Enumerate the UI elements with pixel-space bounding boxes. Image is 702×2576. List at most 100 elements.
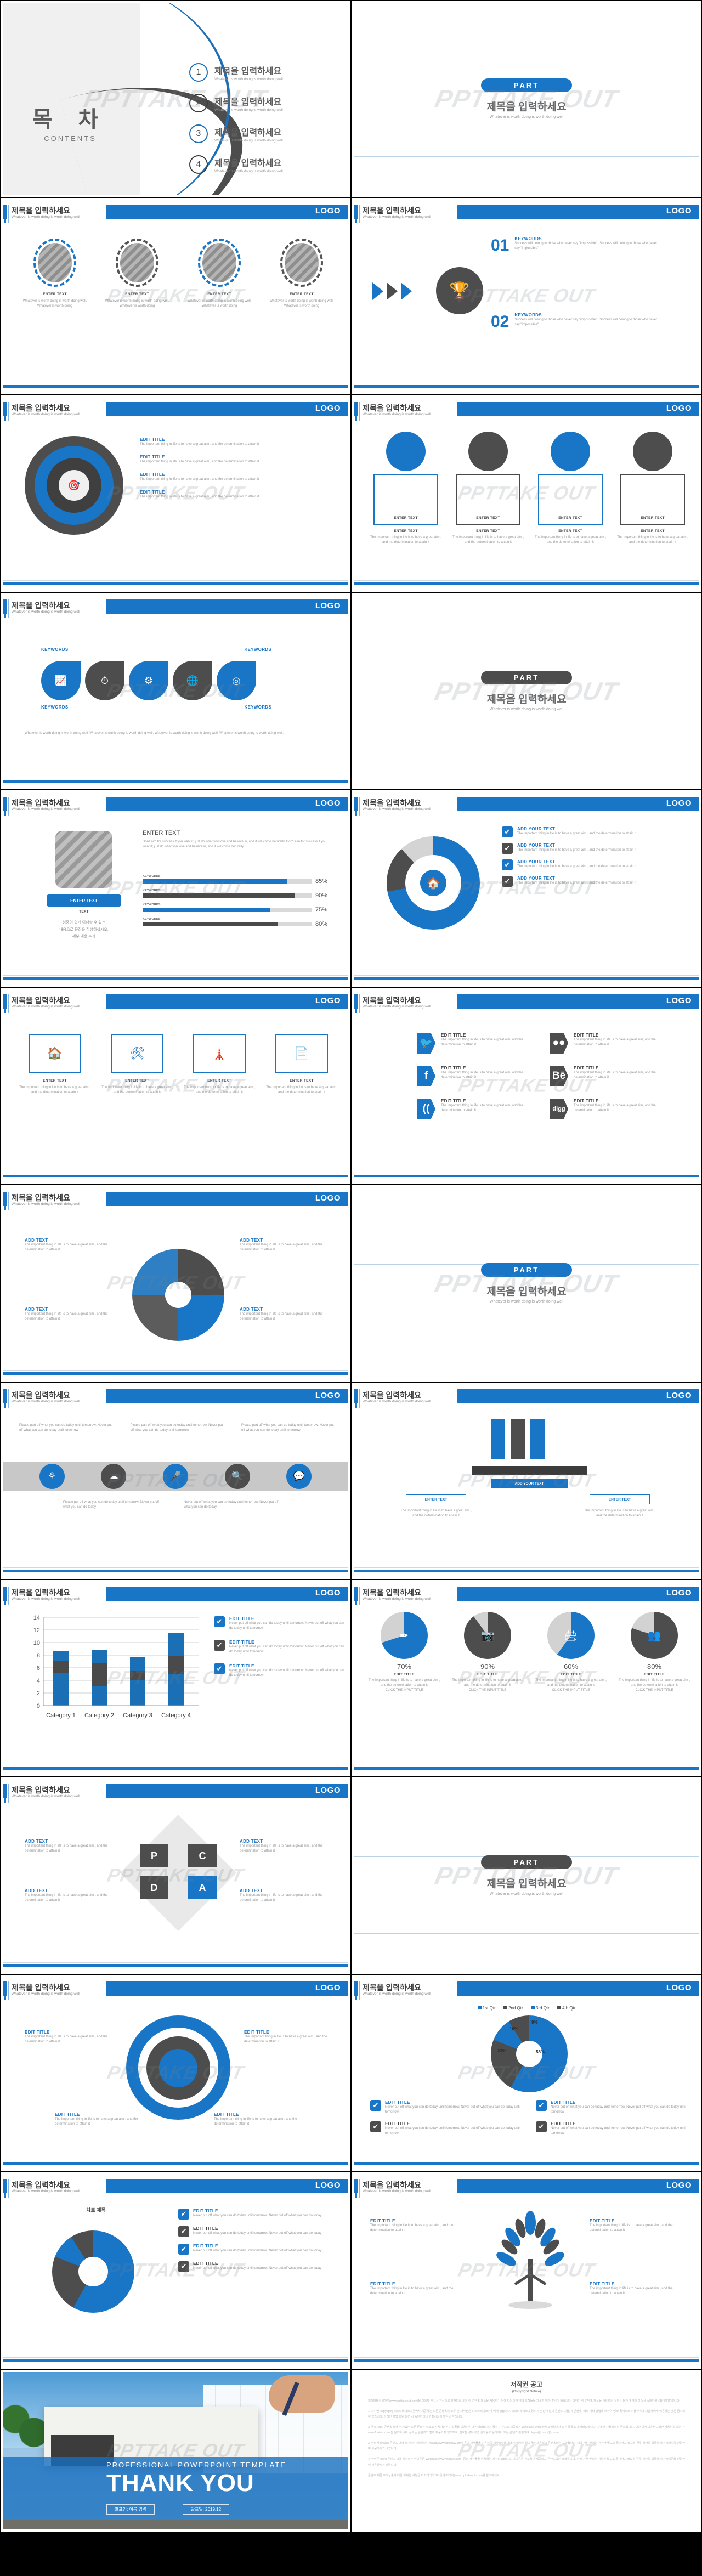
list-item[interactable]: ADD TEXT The important thing in life is … (25, 1839, 115, 1854)
list-item[interactable]: ADD TEXT The important thing in life is … (240, 1238, 333, 1253)
list-item[interactable]: ✔ EDIT TITLE Never put off what you can … (536, 2121, 688, 2136)
slide-radial-target[interactable]: 제목을 입력하세요 Whatever is worth doing is wor… (0, 395, 351, 592)
share-icon[interactable]: ⚘ (39, 1464, 65, 1489)
list-item[interactable]: ADD TEXT The important thing in life is … (25, 1307, 118, 1322)
list-item[interactable]: 4 제목을 입력하세요 Whatever is worth doing is w… (189, 155, 343, 174)
list-item[interactable]: 1 제목을 입력하세요 Whatever is worth doing is w… (189, 63, 343, 82)
list-item[interactable]: ✔ ADD YOUR TEXT The important thing in l… (502, 826, 688, 837)
slide-donut-quarters[interactable]: 제목을 입력하세요 Whatever is worth doing is wor… (351, 1974, 702, 2172)
list-item[interactable]: ENTER TEXT ENTER TEXT The important thin… (617, 432, 688, 545)
list-item[interactable]: ENTER TEXT ENTER TEXT The important thin… (452, 432, 524, 545)
list-item[interactable]: ENTER TEXT Whatever is worth doing is wo… (266, 239, 337, 309)
slide-bar-chart[interactable]: 제목을 입력하세요 Whatever is worth doing is wor… (0, 1579, 351, 1777)
list-item[interactable]: ●● EDIT TITLE The important thing in lif… (550, 1033, 676, 1054)
list-item[interactable]: ENTER TEXT Whatever is worth doing is wo… (19, 239, 90, 309)
slide-three-bars-arrow[interactable]: 제목을 입력하세요 Whatever is worth doing is wor… (351, 1382, 702, 1579)
list-item[interactable]: EDIT TITLE The important thing in life i… (370, 2281, 466, 2296)
behance-icon[interactable]: Bē (550, 1066, 568, 1086)
list-item[interactable]: ENTER TEXT ENTER TEXT The important thin… (535, 432, 606, 545)
left-label[interactable]: ENTER TEXT (406, 1494, 466, 1504)
enter-text-button[interactable]: ENTER TEXT (47, 894, 121, 907)
slide-team-profiles[interactable]: 제목을 입력하세요 Whatever is worth doing is wor… (0, 197, 351, 395)
list-item[interactable]: (( EDIT TITLE The important thing in lif… (417, 1099, 543, 1119)
slide-donut-checklist[interactable]: 제목을 입력하세요 Whatever is worth doing is wor… (0, 2172, 351, 2369)
list-item[interactable]: ✔ ADD YOUR TEXT The important thing in l… (502, 859, 688, 870)
slide-four-circles[interactable]: 제목을 입력하세요 Whatever is worth doing is wor… (351, 395, 702, 592)
slide-arrow-keywords[interactable]: 제목을 입력하세요 Whatever is worth doing is wor… (351, 197, 702, 395)
list-item[interactable]: EDIT TITLE The important thing in life i… (140, 437, 332, 447)
flickr-icon[interactable]: ●● (550, 1033, 568, 1054)
list-item[interactable]: ADD TEXT The important thing in life is … (25, 1888, 115, 1903)
list-item[interactable]: ✔ ADD YOUR TEXT The important thing in l… (502, 843, 688, 854)
list-item[interactable]: 🛠 ENTER TEXT The important thing in life… (101, 1034, 173, 1095)
list-item[interactable]: 🗼 ENTER TEXT The important thing in life… (184, 1034, 255, 1095)
slide-profile-skills[interactable]: 제목을 입력하세요 Whatever is worth doing is wor… (0, 790, 351, 987)
list-item[interactable]: ENTER TEXT Whatever is worth doing is wo… (184, 239, 255, 309)
digg-icon[interactable]: digg (550, 1099, 568, 1119)
slide-circular-arrows[interactable]: 제목을 입력하세요 Whatever is worth doing is wor… (0, 1974, 351, 2172)
list-item[interactable]: 2 제목을 입력하세요 Whatever is worth doing is w… (189, 94, 343, 112)
list-item[interactable]: 🏠 ENTER TEXT The important thing in life… (19, 1034, 90, 1095)
list-item[interactable]: EDIT TITLE The important thing in life i… (590, 2218, 686, 2233)
facebook-icon[interactable]: f (417, 1066, 435, 1086)
list-item[interactable]: 🐦 EDIT TITLE The important thing in life… (417, 1033, 543, 1054)
rss-icon[interactable]: (( (417, 1099, 435, 1119)
cloud-icon[interactable]: ☁ (101, 1464, 127, 1489)
slide-contents[interactable]: 목 차 CONTENTS 1 제목을 입력하세요 Whatever is wor… (0, 0, 351, 197)
list-item[interactable]: EDIT TITLE The important thing in life i… (370, 2218, 466, 2233)
list-item[interactable]: ADD TEXT The important thing in life is … (240, 1888, 330, 1903)
list-item[interactable]: 01 KEYWORDS Success will belong to those… (491, 236, 663, 255)
list-item[interactable]: ADD TEXT The important thing in life is … (25, 1238, 118, 1253)
list-item[interactable]: ENTER TEXT ENTER TEXT The important thin… (370, 432, 441, 545)
slide-three-panel-icons[interactable]: 제목을 입력하세요 Whatever is worth doing is wor… (0, 1382, 351, 1579)
letter-p[interactable]: P (140, 1844, 168, 1867)
slide-part-4[interactable]: PART 제목을 입력하세요 Whatever is worth doing i… (351, 1777, 702, 1974)
list-item[interactable]: EDIT TITLE The important thing in life i… (140, 455, 332, 465)
list-item[interactable]: EDIT TITLE The important thing in life i… (140, 490, 332, 500)
slide-thank-you[interactable]: PROFESSIONAL POWERPOINT TEMPLATE THANK Y… (0, 2369, 351, 2532)
list-item[interactable]: EDIT TITLE The important thing in life i… (244, 2030, 332, 2045)
list-item[interactable]: 02 KEYWORDS Success will belong to those… (491, 313, 663, 331)
list-item[interactable]: ✔ ADD YOUR TEXT The important thing in l… (502, 876, 688, 887)
list-item[interactable]: ADD TEXT The important thing in life is … (240, 1839, 330, 1854)
twitter-icon[interactable]: 🐦 (417, 1033, 435, 1054)
list-item[interactable]: ✔ EDIT TITLE Never put off what you can … (370, 2121, 523, 2136)
letter-d[interactable]: D (140, 1876, 168, 1899)
list-item[interactable]: EDIT TITLE The important thing in life i… (214, 2112, 302, 2127)
slide-social-icons[interactable]: 제목을 입력하세요 Whatever is worth doing is wor… (351, 987, 702, 1185)
list-item[interactable]: 3 제목을 입력하세요 Whatever is worth doing is w… (189, 124, 343, 143)
search-icon[interactable]: 🔍 (224, 1464, 250, 1489)
list-item[interactable]: EDIT TITLE The important thing in life i… (140, 472, 332, 482)
slide-part-1[interactable]: PART 제목을 입력하세요 Whatever is worth doing i… (351, 0, 702, 197)
list-item[interactable]: ✔ EDIT TITLE Never put off what you can … (370, 2100, 523, 2115)
slide-donut-house[interactable]: 제목을 입력하세요 Whatever is worth doing is wor… (351, 790, 702, 987)
list-item[interactable]: ✔ EDIT TITLE Never put off what you can … (214, 1616, 346, 1631)
list-item[interactable]: f EDIT TITLE The important thing in life… (417, 1066, 543, 1086)
list-item[interactable]: 👥 80% EDIT TITLE The important thing in … (616, 1612, 693, 1693)
letter-c[interactable]: C (188, 1844, 217, 1867)
slide-four-pies[interactable]: 제목을 입력하세요 Whatever is worth doing is wor… (351, 1579, 702, 1777)
right-label[interactable]: ENTER TEXT (590, 1494, 650, 1504)
list-item[interactable]: Bē EDIT TITLE The important thing in lif… (550, 1066, 676, 1086)
slide-leaf-keywords[interactable]: 제목을 입력하세요 Whatever is worth doing is wor… (0, 592, 351, 790)
list-item[interactable]: ✔ EDIT TITLE Never put off what you can … (178, 2209, 337, 2220)
slide-copyright[interactable]: 저작권 공고 (Copyright Notice) 피피티테이크아웃(www.p… (351, 2369, 702, 2532)
slide-four-outline-boxes[interactable]: 제목을 입력하세요 Whatever is worth doing is wor… (0, 987, 351, 1185)
slide-part-2[interactable]: PART 제목을 입력하세요 Whatever is worth doing i… (351, 592, 702, 790)
slide-part-3[interactable]: PART 제목을 입력하세요 Whatever is worth doing i… (351, 1185, 702, 1382)
microphone-icon[interactable]: 🎤 (162, 1464, 188, 1489)
list-item[interactable]: ENTER TEXT Whatever is worth doing is wo… (101, 239, 173, 309)
slide-pdca-diamond[interactable]: 제목을 입력하세요 Whatever is worth doing is wor… (0, 1777, 351, 1974)
list-item[interactable]: ✔ EDIT TITLE Never put off what you can … (178, 2244, 337, 2255)
list-item[interactable]: 📷 90% EDIT TITLE The important thing in … (449, 1612, 526, 1693)
list-item[interactable]: EDIT TITLE The important thing in life i… (55, 2112, 143, 2127)
list-item[interactable]: 🖨 60% EDIT TITLE The important thing in … (533, 1612, 609, 1693)
list-item[interactable]: ADD TEXT The important thing in life is … (240, 1307, 333, 1322)
list-item[interactable]: ✔ EDIT TITLE Never put off what you can … (536, 2100, 688, 2115)
list-item[interactable]: EDIT TITLE The important thing in life i… (25, 2030, 112, 2045)
list-item[interactable]: ✔ EDIT TITLE Never put off what you can … (178, 2226, 337, 2237)
list-item[interactable]: ✒ 70% EDIT TITLE The important thing in … (366, 1612, 443, 1693)
list-item[interactable]: EDIT TITLE The important thing in life i… (590, 2281, 686, 2296)
chat-icon[interactable]: 💬 (286, 1464, 312, 1489)
letter-a[interactable]: A (188, 1876, 217, 1899)
